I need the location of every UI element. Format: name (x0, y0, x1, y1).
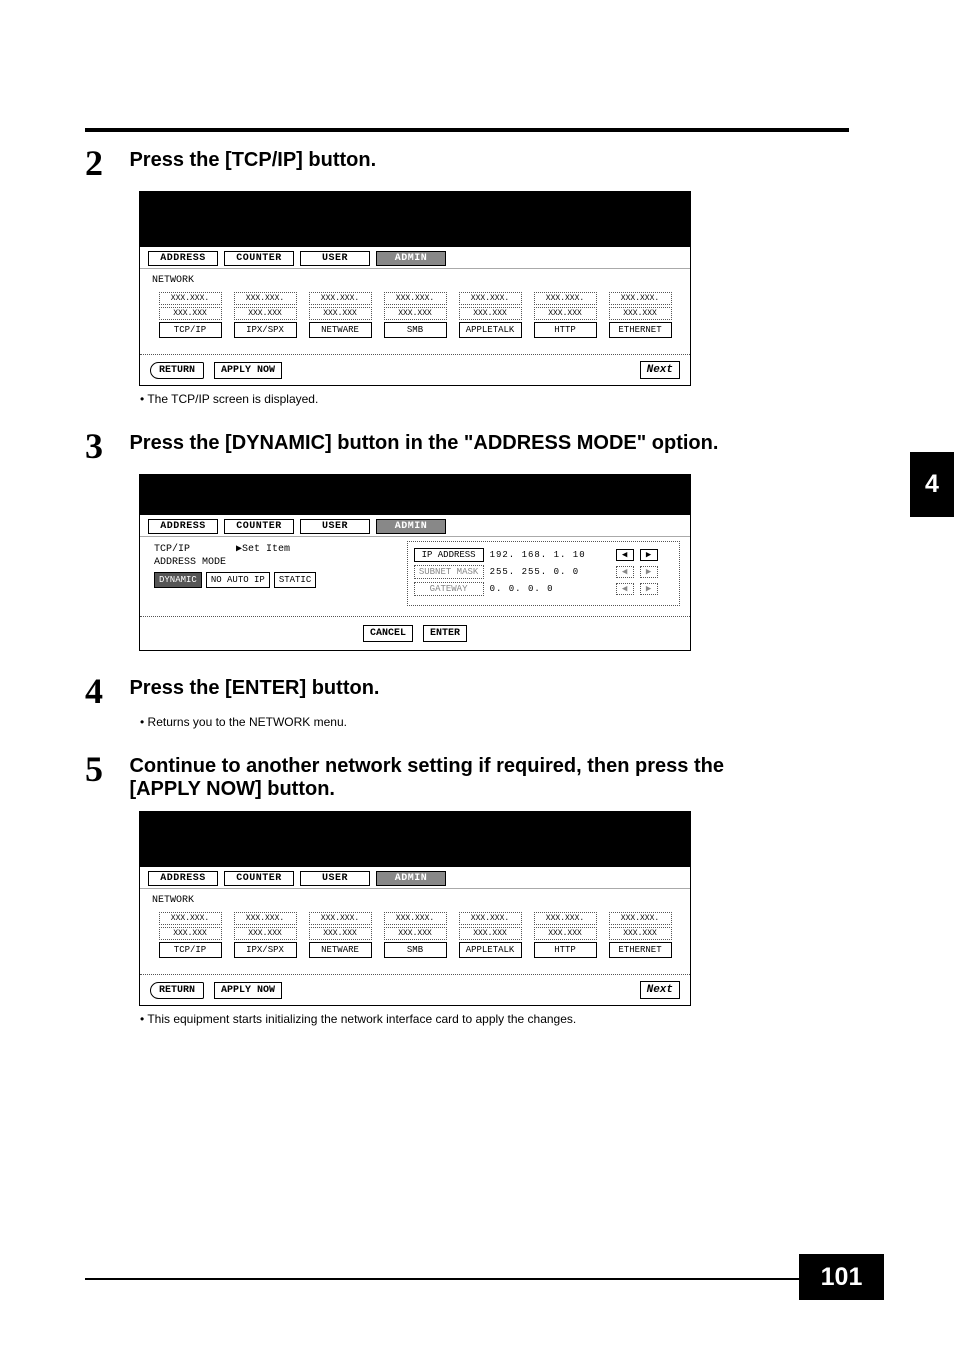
screen-label-network: NETWORK (152, 895, 680, 906)
tab-admin[interactable]: ADMIN (376, 251, 446, 266)
tab-row: ADDRESS COUNTER USER ADMIN (140, 867, 690, 888)
address-mode-row: DYNAMIC NO AUTO IP STATIC (154, 572, 399, 588)
top-rule (85, 128, 849, 132)
next-button[interactable]: Next (640, 361, 680, 379)
gateway-value: 0. 0. 0. 0 (490, 584, 610, 594)
proto-smb[interactable]: XXX.XXX. XXX.XXX SMB (384, 292, 447, 338)
proto-ipxspx[interactable]: XXX.XXX. XXX.XXX IPX/SPX (234, 292, 297, 338)
arrow-right-icon[interactable]: ▶ (640, 583, 658, 595)
tab-address[interactable]: ADDRESS (148, 519, 218, 534)
cancel-button[interactable]: CANCEL (363, 625, 413, 642)
dynamic-button[interactable]: DYNAMIC (154, 572, 202, 588)
page-number: 101 (799, 1254, 884, 1300)
row-ip-address: IP ADDRESS 192. 168. 1. 10 ◀ ▶ (414, 548, 673, 562)
screen-body: TCP/IP ▶Set Item ADDRESS MODE DYNAMIC NO… (140, 536, 690, 616)
proto-ethernet[interactable]: XXX.XXX. XXX.XXX ETHERNET (609, 912, 672, 958)
gateway-label[interactable]: GATEWAY (414, 582, 484, 596)
step-number: 2 (85, 145, 125, 181)
protocol-row: XXX.XXX. XXX.XXX TCP/IP XXX.XXX. XXX.XXX… (150, 912, 680, 958)
tab-admin[interactable]: ADMIN (376, 519, 446, 534)
proto-ethernet[interactable]: XXX.XXX. XXX.XXX ETHERNET (609, 292, 672, 338)
bottom-bar: RETURN APPLY NOW Next (140, 354, 690, 385)
subnet-mask-value: 255. 255. 0. 0 (490, 567, 610, 577)
proto-appletalk[interactable]: XXX.XXX. XXX.XXX APPLETALK (459, 912, 522, 958)
screenshot-network-2: ADDRESS COUNTER USER ADMIN NETWORK XXX.X… (139, 811, 691, 1006)
tab-row: ADDRESS COUNTER USER ADMIN (140, 515, 690, 536)
proto-tcpip[interactable]: XXX.XXX. XXX.XXX TCP/IP (159, 912, 222, 958)
arrow-left-icon[interactable]: ◀ (616, 549, 634, 561)
row-gateway: GATEWAY 0. 0. 0. 0 ◀ ▶ (414, 582, 673, 596)
proto-http[interactable]: XXX.XXX. XXX.XXX HTTP (534, 912, 597, 958)
screenshot-tcpip: ADDRESS COUNTER USER ADMIN TCP/IP ▶Set I… (139, 474, 691, 651)
return-button[interactable]: RETURN (150, 982, 204, 999)
arrow-left-icon[interactable]: ◀ (616, 583, 634, 595)
proto-ipxspx[interactable]: XXX.XXX. XXX.XXX IPX/SPX (234, 912, 297, 958)
crumb: TCP/IP ▶Set Item (154, 543, 399, 555)
cancel-enter-row: CANCEL ENTER (140, 616, 690, 650)
ip-address-value: 192. 168. 1. 10 (490, 550, 610, 560)
screenshot-blackbar (140, 475, 690, 515)
row-subnet-mask: SUBNET MASK 255. 255. 0. 0 ◀ ▶ (414, 565, 673, 579)
tab-address[interactable]: ADDRESS (148, 871, 218, 886)
apply-now-button[interactable]: APPLY NOW (214, 982, 282, 999)
no-auto-ip-button[interactable]: NO AUTO IP (206, 572, 270, 588)
screen-body: NETWORK XXX.XXX. XXX.XXX TCP/IP XXX.XXX.… (140, 268, 690, 354)
return-button[interactable]: RETURN (150, 362, 204, 379)
arrow-left-icon[interactable]: ◀ (616, 566, 634, 578)
step4-bullet: Returns you to the NETWORK menu. (140, 715, 745, 729)
step-title: Press the [TCP/IP] button. (129, 149, 376, 172)
next-button[interactable]: Next (640, 981, 680, 999)
screenshot-blackbar (140, 812, 690, 867)
step-number: 5 (85, 751, 125, 787)
tab-user[interactable]: USER (300, 251, 370, 266)
screenshot-network-1: ADDRESS COUNTER USER ADMIN NETWORK XXX.X… (139, 191, 691, 386)
tab-counter[interactable]: COUNTER (224, 251, 294, 266)
tab-user[interactable]: USER (300, 871, 370, 886)
tab-counter[interactable]: COUNTER (224, 519, 294, 534)
step-title: Press the [ENTER] button. (129, 677, 379, 700)
step-title: Press the [DYNAMIC] button in the "ADDRE… (129, 432, 718, 455)
screenshot-blackbar (140, 192, 690, 247)
protocol-row: XXX.XXX. XXX.XXX TCP/IP XXX.XXX. XXX.XXX… (150, 292, 680, 338)
screen-label-network: NETWORK (152, 275, 680, 286)
ip-settings-block: IP ADDRESS 192. 168. 1. 10 ◀ ▶ SUBNET MA… (407, 541, 680, 606)
proto-http[interactable]: XXX.XXX. XXX.XXX HTTP (534, 292, 597, 338)
proto-smb[interactable]: XXX.XXX. XXX.XXX SMB (384, 912, 447, 958)
step-2: 2 Press the [TCP/IP] button. ADDRESS COU… (85, 145, 745, 406)
ip-address-label[interactable]: IP ADDRESS (414, 548, 484, 562)
subnet-mask-label[interactable]: SUBNET MASK (414, 565, 484, 579)
proto-appletalk[interactable]: XXX.XXX. XXX.XXX APPLETALK (459, 292, 522, 338)
arrow-right-icon[interactable]: ▶ (640, 549, 658, 561)
proto-netware[interactable]: XXX.XXX. XXX.XXX NETWARE (309, 292, 372, 338)
chapter-tab: 4 (910, 452, 954, 517)
step2-bullet: The TCP/IP screen is displayed. (140, 392, 745, 406)
step-5: 5 Continue to another network setting if… (85, 751, 745, 1026)
apply-now-button[interactable]: APPLY NOW (214, 362, 282, 379)
step5-bullet: This equipment starts initializing the n… (140, 1012, 745, 1026)
proto-netware[interactable]: XXX.XXX. XXX.XXX NETWARE (309, 912, 372, 958)
screen-body: NETWORK XXX.XXX. XXX.XXX TCP/IP XXX.XXX.… (140, 888, 690, 974)
proto-tcpip[interactable]: XXX.XXX. XXX.XXX TCP/IP (159, 292, 222, 338)
tab-user[interactable]: USER (300, 519, 370, 534)
step-title: Continue to another network setting if r… (129, 755, 739, 801)
content-column: 2 Press the [TCP/IP] button. ADDRESS COU… (85, 145, 745, 1048)
tab-address[interactable]: ADDRESS (148, 251, 218, 266)
tab-admin[interactable]: ADMIN (376, 871, 446, 886)
step-number: 4 (85, 673, 125, 709)
static-button[interactable]: STATIC (274, 572, 316, 588)
step-number: 3 (85, 428, 125, 464)
arrow-right-icon[interactable]: ▶ (640, 566, 658, 578)
footer-rule (85, 1278, 799, 1280)
step-3: 3 Press the [DYNAMIC] button in the "ADD… (85, 428, 745, 651)
bottom-bar: RETURN APPLY NOW Next (140, 974, 690, 1005)
enter-button[interactable]: ENTER (423, 625, 467, 642)
tab-row: ADDRESS COUNTER USER ADMIN (140, 247, 690, 268)
step-4: 4 Press the [ENTER] button. Returns you … (85, 673, 745, 729)
mode-label: ADDRESS MODE (154, 557, 399, 568)
tab-counter[interactable]: COUNTER (224, 871, 294, 886)
